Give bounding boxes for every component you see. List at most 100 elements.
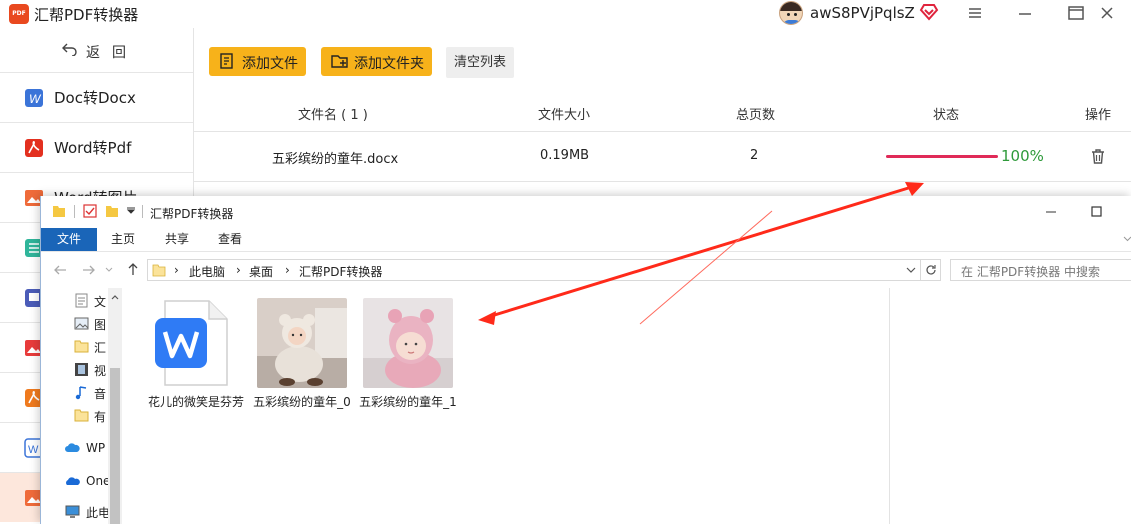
- breadcrumb-separator: ›: [174, 263, 179, 277]
- scroll-up-icon[interactable]: [111, 294, 119, 300]
- column-header-size: 文件大小: [538, 108, 591, 123]
- menu-button[interactable]: [953, 0, 999, 28]
- file-item-wps-doc[interactable]: 花儿的微笑是芬芳: [148, 298, 244, 428]
- add-file-icon: [220, 53, 233, 69]
- add-folder-button[interactable]: 添加文件夹: [321, 47, 432, 76]
- picture-icon: [74, 317, 89, 330]
- photo-thumbnail: [363, 298, 453, 388]
- sidebar-item-word-to-pdf[interactable]: Word转Pdf: [0, 122, 193, 172]
- search-input[interactable]: 在 汇帮PDF转换器 中搜索: [950, 259, 1131, 281]
- video-icon: [75, 363, 88, 376]
- tab-home[interactable]: 主页: [103, 228, 143, 251]
- folder-icon: [74, 340, 89, 353]
- status-percent: 100%: [1001, 147, 1044, 165]
- minimize-icon: [1019, 13, 1031, 15]
- document-icon: [75, 293, 88, 308]
- add-folder-icon: [331, 55, 348, 68]
- new-folder-icon[interactable]: [105, 204, 119, 218]
- file-name: 花儿的微笑是芬芳: [147, 395, 244, 409]
- address-bar[interactable]: › 此电脑 › 桌面 › 汇帮PDF转换器: [147, 259, 921, 281]
- column-header-action: 操作: [1085, 108, 1112, 123]
- breadcrumb-separator: ›: [285, 263, 290, 277]
- svg-text:W: W: [28, 444, 39, 456]
- nav-item-label: 图: [94, 318, 107, 332]
- folder-icon: [53, 206, 65, 217]
- file-name: 五彩缤纷的童年_0: [253, 395, 351, 409]
- chevron-down-icon[interactable]: [906, 267, 916, 274]
- file-name: 五彩缤纷的童年_1: [359, 395, 457, 409]
- close-button[interactable]: [1085, 0, 1131, 28]
- file-explorer-window: 汇帮PDF转换器 文件 主页 共享 查看 › 此电脑 › 桌面 › 汇帮PDF转…: [40, 196, 1131, 524]
- tab-view[interactable]: 查看: [210, 228, 250, 251]
- progress-bar: [886, 155, 998, 158]
- nav-item-label: 音: [94, 387, 107, 401]
- breadcrumb-this-pc[interactable]: 此电脑: [189, 263, 225, 280]
- back-button[interactable]: 返回: [0, 28, 193, 72]
- title-bar: PDF 汇帮PDF转换器 awS8PVjPqlsZ: [0, 0, 1131, 28]
- search-placeholder: 在 汇帮PDF转换器 中搜索: [961, 265, 1101, 279]
- back-label: 返回: [86, 45, 138, 61]
- tab-share[interactable]: 共享: [157, 228, 197, 251]
- file-list: 花儿的微笑是芬芳 五彩缤纷的童年_0 五彩缤纷的童年_1: [122, 288, 890, 524]
- refresh-icon: [926, 265, 936, 275]
- breadcrumb-folder[interactable]: 汇帮PDF转换器: [299, 263, 382, 280]
- explorer-title: 汇帮PDF转换器: [150, 207, 234, 221]
- minimize-icon[interactable]: [1045, 207, 1057, 217]
- computer-icon: [65, 505, 80, 518]
- avatar[interactable]: [779, 1, 803, 25]
- up-arrow-icon[interactable]: [127, 262, 139, 276]
- file-item-photo-0[interactable]: 五彩缤纷的童年_0: [253, 298, 351, 428]
- nav-scrollbar[interactable]: [108, 288, 122, 524]
- chevron-down-icon[interactable]: [1123, 235, 1131, 243]
- column-header-status: 状态: [933, 108, 960, 123]
- minimize-button[interactable]: [1003, 0, 1049, 28]
- app-window: PDF 汇帮PDF转换器 awS8PVjPqlsZ 返回 W Doc转Docx …: [0, 0, 1131, 524]
- properties-icon[interactable]: [83, 204, 97, 218]
- arrow-head-icon: [905, 182, 924, 196]
- hamburger-icon: [969, 8, 981, 18]
- vip-diamond-icon[interactable]: [919, 3, 939, 21]
- page-count-cell: 2: [750, 148, 759, 163]
- explorer-title-bar: 汇帮PDF转换器: [41, 196, 1131, 228]
- maximize-icon[interactable]: [1091, 206, 1103, 218]
- folder-icon: [152, 264, 166, 277]
- back-arrow-icon[interactable]: [53, 264, 67, 276]
- photo-thumbnail: [257, 298, 347, 388]
- refresh-button[interactable]: [921, 259, 941, 281]
- address-bar-row: › 此电脑 › 桌面 › 汇帮PDF转换器 在 汇帮PDF转换器 中搜索: [41, 252, 1131, 288]
- wps-document-icon: [155, 300, 228, 386]
- username[interactable]: awS8PVjPqlsZ: [810, 4, 915, 22]
- scroll-thumb[interactable]: [110, 368, 120, 524]
- maximize-icon: [1068, 6, 1084, 20]
- recent-locations-icon[interactable]: [105, 267, 113, 273]
- music-icon: [75, 386, 87, 400]
- nav-item-label: WP: [86, 441, 106, 455]
- file-name-cell: 五彩缤纷的童年.docx: [272, 152, 399, 167]
- column-header-pages: 总页数: [736, 108, 776, 123]
- breadcrumb-desktop[interactable]: 桌面: [249, 263, 273, 280]
- pdf-icon: [25, 139, 43, 157]
- add-file-button[interactable]: 添加文件: [209, 47, 306, 76]
- onedrive-icon: [66, 477, 80, 485]
- column-header-name: 文件名 ( 1 ): [298, 108, 368, 123]
- forward-arrow-icon[interactable]: [82, 264, 96, 276]
- nav-item-label: 汇: [94, 341, 107, 355]
- trash-icon[interactable]: [1090, 148, 1106, 165]
- sidebar-item-label: Doc转Docx: [54, 89, 136, 107]
- cloud-icon: [65, 443, 80, 452]
- breadcrumb-separator: ›: [236, 263, 241, 277]
- back-arrow-icon: [62, 43, 77, 56]
- sidebar-item-label: Word转Pdf: [54, 139, 132, 157]
- sidebar-item-doc-to-docx[interactable]: W Doc转Docx: [0, 72, 193, 122]
- word-icon: W: [25, 89, 43, 107]
- ribbon: 文件 主页 共享 查看: [41, 228, 1131, 252]
- customize-toolbar-icon[interactable]: [126, 207, 136, 215]
- divider: [194, 131, 1131, 132]
- file-item-photo-1[interactable]: 五彩缤纷的童年_1: [359, 298, 457, 428]
- divider: [194, 181, 1131, 182]
- svg-text:W: W: [29, 92, 42, 106]
- nav-item-label: 文: [94, 295, 107, 309]
- folder-icon: [74, 409, 89, 422]
- tab-file[interactable]: 文件: [41, 228, 97, 251]
- clear-list-button[interactable]: 清空列表: [446, 47, 514, 78]
